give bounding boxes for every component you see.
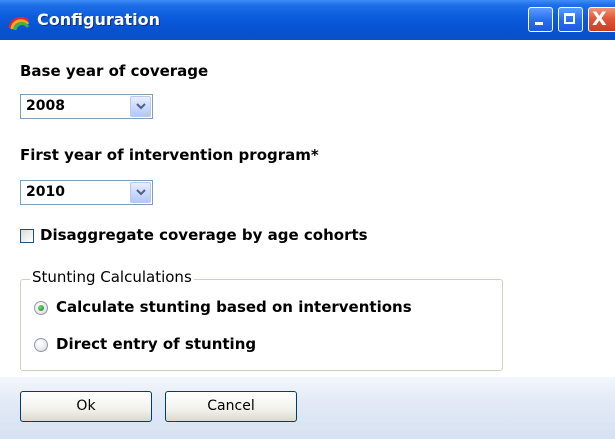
close-icon: X — [592, 8, 607, 30]
chevron-down-icon — [136, 103, 146, 110]
direct-entry-radio-label[interactable]: Direct entry of stunting — [56, 335, 256, 353]
disaggregate-checkbox[interactable] — [20, 229, 34, 243]
cancel-button[interactable]: Cancel — [165, 391, 297, 422]
stunting-group-title: Stunting Calculations — [30, 268, 194, 286]
interventions-radio[interactable] — [34, 301, 48, 315]
maximize-icon — [564, 13, 575, 24]
disaggregate-label[interactable]: Disaggregate coverage by age cohorts — [40, 226, 368, 244]
base-year-dropdown-button[interactable] — [130, 96, 151, 117]
window-title: Configuration — [37, 10, 161, 29]
rainbow-app-icon — [8, 16, 30, 31]
minimize-button[interactable] — [528, 7, 553, 32]
maximize-button[interactable] — [558, 7, 583, 32]
direct-entry-radio[interactable] — [34, 338, 48, 352]
base-year-select[interactable]: 2008 — [20, 94, 153, 119]
configuration-window: Configuration X Base year of coverage 20… — [0, 0, 615, 439]
stunting-groupbox — [20, 279, 503, 371]
first-year-dropdown-button[interactable] — [130, 182, 151, 203]
base-year-label: Base year of coverage — [20, 62, 209, 80]
minimize-icon — [535, 22, 543, 25]
close-button[interactable]: X — [588, 7, 615, 32]
first-year-label: First year of intervention program* — [20, 146, 319, 164]
first-year-value: 2010 — [26, 184, 65, 200]
chevron-down-icon — [136, 189, 146, 196]
title-bar[interactable]: Configuration X — [0, 0, 615, 40]
dialog-footer: Ok Cancel — [0, 377, 615, 439]
first-year-select[interactable]: 2010 — [20, 180, 153, 205]
interventions-radio-label[interactable]: Calculate stunting based on intervention… — [56, 298, 412, 316]
ok-button[interactable]: Ok — [20, 391, 152, 422]
base-year-value: 2008 — [26, 98, 65, 114]
